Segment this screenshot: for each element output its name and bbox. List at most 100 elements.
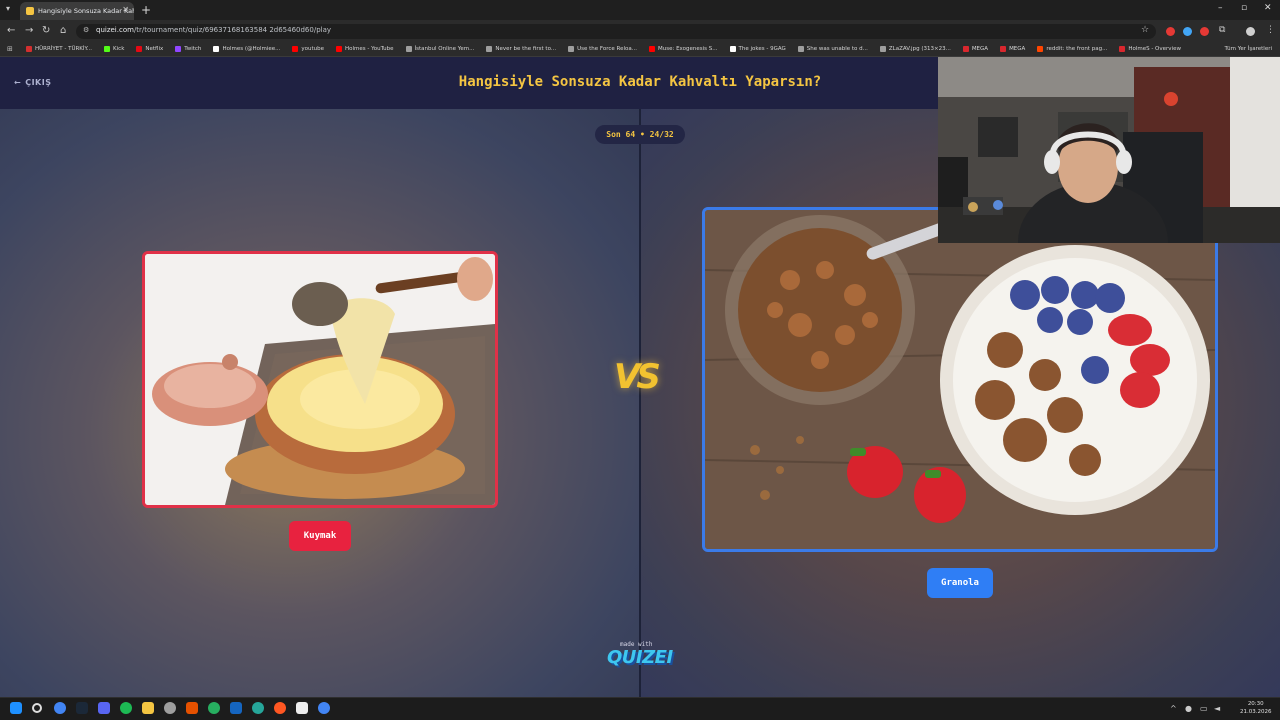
- bookmark-item[interactable]: Netflix: [136, 46, 163, 52]
- center-divider: [639, 109, 641, 697]
- bookmark-item[interactable]: Use the Force Reloa...: [568, 46, 637, 52]
- url-text[interactable]: quizei.com/tr/tournament/quiz/6963716816…: [96, 26, 331, 34]
- extension-icon[interactable]: [1183, 27, 1192, 36]
- window-close-icon[interactable]: ✕: [1264, 3, 1272, 13]
- close-tab-icon[interactable]: ✕: [122, 5, 129, 14]
- xbox-icon[interactable]: [208, 702, 220, 714]
- network-icon[interactable]: ▭: [1200, 704, 1208, 713]
- tab-search-icon[interactable]: ▾: [6, 4, 10, 13]
- new-tab-icon[interactable]: +: [141, 3, 151, 17]
- bookmark-item[interactable]: MEGA: [1000, 46, 1025, 52]
- bookmark-item[interactable]: ZLaZAV.jpg (313×23...: [879, 46, 951, 52]
- granola-image-card[interactable]: [702, 207, 1218, 552]
- steam-icon[interactable]: [76, 702, 88, 714]
- bookmark-favicon-icon: [104, 46, 111, 52]
- bookmark-item[interactable]: İstanbul Online Yem...: [405, 46, 475, 52]
- chrome-active-icon[interactable]: [318, 702, 330, 714]
- bookmark-favicon-icon: [136, 46, 143, 52]
- bookmark-favicon-icon: [1000, 46, 1007, 52]
- tab-title: Hangisiyle Sonsuza Kadar Kahv: [38, 7, 134, 15]
- extension-icon[interactable]: [1166, 27, 1175, 36]
- bookmark-favicon-icon: [405, 46, 412, 52]
- bookmark-item[interactable]: HÜRRİYET - TÜRKİY...: [26, 46, 92, 52]
- search-icon[interactable]: [32, 703, 42, 713]
- bookmark-label: Never be the first to...: [495, 46, 557, 52]
- volume-icon[interactable]: ◄: [1214, 704, 1220, 713]
- webcam-video: [938, 57, 1280, 243]
- bookmark-item[interactable]: youtube: [292, 46, 324, 52]
- start-windows-icon[interactable]: [10, 702, 22, 714]
- settings-icon[interactable]: [164, 702, 176, 714]
- bookmark-label: HolmeS - Overview: [1128, 46, 1181, 52]
- arrow-left-icon: ←: [14, 78, 22, 87]
- app-icon[interactable]: [230, 702, 242, 714]
- taskbar-clock[interactable]: 20:30 21.03.2026: [1240, 700, 1272, 716]
- bookmark-label: HÜRRİYET - TÜRKİY...: [35, 46, 93, 52]
- bookmark-item[interactable]: Muse: Exogenesis S...: [649, 46, 718, 52]
- streamer-webcam: [938, 57, 1280, 243]
- reload-icon[interactable]: ↻: [42, 25, 50, 36]
- maximize-icon[interactable]: ▫: [1241, 3, 1247, 13]
- edge-icon[interactable]: [252, 702, 264, 714]
- bookmark-label: MEGA: [971, 46, 989, 52]
- bookmark-label: Kick: [113, 46, 125, 52]
- bookmark-item[interactable]: Holmes (@Holmiee...: [213, 46, 280, 52]
- bookmark-favicon-icon: [962, 46, 969, 52]
- notepad-icon[interactable]: [296, 702, 308, 714]
- bookmark-label: Use the Force Reloa...: [577, 46, 637, 52]
- bookmark-favicon-icon: [213, 46, 220, 52]
- profile-avatar-icon[interactable]: [1246, 27, 1255, 36]
- chrome-icon[interactable]: [54, 702, 66, 714]
- bookmark-item[interactable]: reddit: the front pag...: [1037, 46, 1107, 52]
- bookmark-favicon-icon: [336, 46, 343, 52]
- forward-icon[interactable]: →: [25, 25, 33, 36]
- browser-tab[interactable]: Hangisiyle Sonsuza Kadar Kahv ✕: [20, 2, 134, 20]
- ubisoft-icon[interactable]: [186, 702, 198, 714]
- tray-chevron-icon[interactable]: ^: [1170, 704, 1177, 713]
- vs-lightning-icon: VS: [614, 357, 661, 397]
- bookmark-favicon-icon: [1119, 46, 1126, 52]
- bookmark-favicon-icon: [486, 46, 493, 52]
- apps-grid-icon[interactable]: ⊞: [7, 45, 13, 53]
- site-info-icon[interactable]: ⚙: [83, 26, 89, 34]
- bookmark-label: reddit: the front pag...: [1046, 46, 1108, 52]
- bookmark-item[interactable]: MEGA: [962, 46, 989, 52]
- bookmark-item[interactable]: HolmeS - Overview: [1119, 46, 1181, 52]
- bookmark-label: She was unable to d...: [806, 46, 868, 52]
- exit-button[interactable]: ← ÇIKIŞ: [14, 78, 52, 87]
- bookmark-label: Muse: Exogenesis S...: [658, 46, 718, 52]
- browser-menu-icon[interactable]: ⋮: [1266, 25, 1275, 35]
- discord-icon[interactable]: [98, 702, 110, 714]
- bookmark-item[interactable]: Never be the first to...: [486, 46, 556, 52]
- back-icon[interactable]: ←: [7, 25, 15, 36]
- kuymak-choice-button[interactable]: Kuymak: [289, 521, 351, 551]
- extension-icon[interactable]: [1200, 27, 1209, 36]
- home-icon[interactable]: ⌂: [60, 25, 66, 36]
- bookmark-label: MEGA: [1009, 46, 1026, 52]
- microphone-icon[interactable]: ●: [1185, 704, 1192, 713]
- kuymak-photo: [145, 254, 495, 505]
- firefox-icon[interactable]: [274, 702, 286, 714]
- bookmark-label: youtube: [301, 46, 325, 52]
- all-bookmarks-folder[interactable]: Tüm Yer İşaretleri: [1225, 46, 1272, 52]
- extensions-puzzle-icon[interactable]: ⧉: [1219, 25, 1225, 35]
- granola-choice-button[interactable]: Granola: [927, 568, 993, 598]
- bookmark-favicon-icon: [292, 46, 299, 52]
- bookmark-item[interactable]: Kick: [104, 46, 124, 52]
- granola-photo: [705, 210, 1215, 549]
- quizei-logo[interactable]: QUIZEI: [607, 647, 673, 668]
- bookmark-item[interactable]: Twitch: [175, 46, 201, 52]
- minimize-icon[interactable]: –: [1218, 3, 1223, 13]
- spotify-icon[interactable]: [120, 702, 132, 714]
- bookmark-label: Netflix: [145, 46, 164, 52]
- bookmark-item[interactable]: The jokes - 9GAG: [729, 46, 786, 52]
- bookmark-label: Holmes - YouTube: [345, 46, 394, 52]
- bookmark-favicon-icon: [729, 46, 736, 52]
- file-explorer-icon[interactable]: [142, 702, 154, 714]
- bookmark-label: İstanbul Online Yem...: [414, 46, 475, 52]
- bookmark-label: Holmes (@Holmiee...: [222, 46, 281, 52]
- kuymak-image-card[interactable]: [142, 251, 498, 508]
- bookmark-item[interactable]: She was unable to d...: [797, 46, 868, 52]
- bookmark-star-icon[interactable]: ☆: [1141, 25, 1149, 35]
- bookmark-item[interactable]: Holmes - YouTube: [336, 46, 394, 52]
